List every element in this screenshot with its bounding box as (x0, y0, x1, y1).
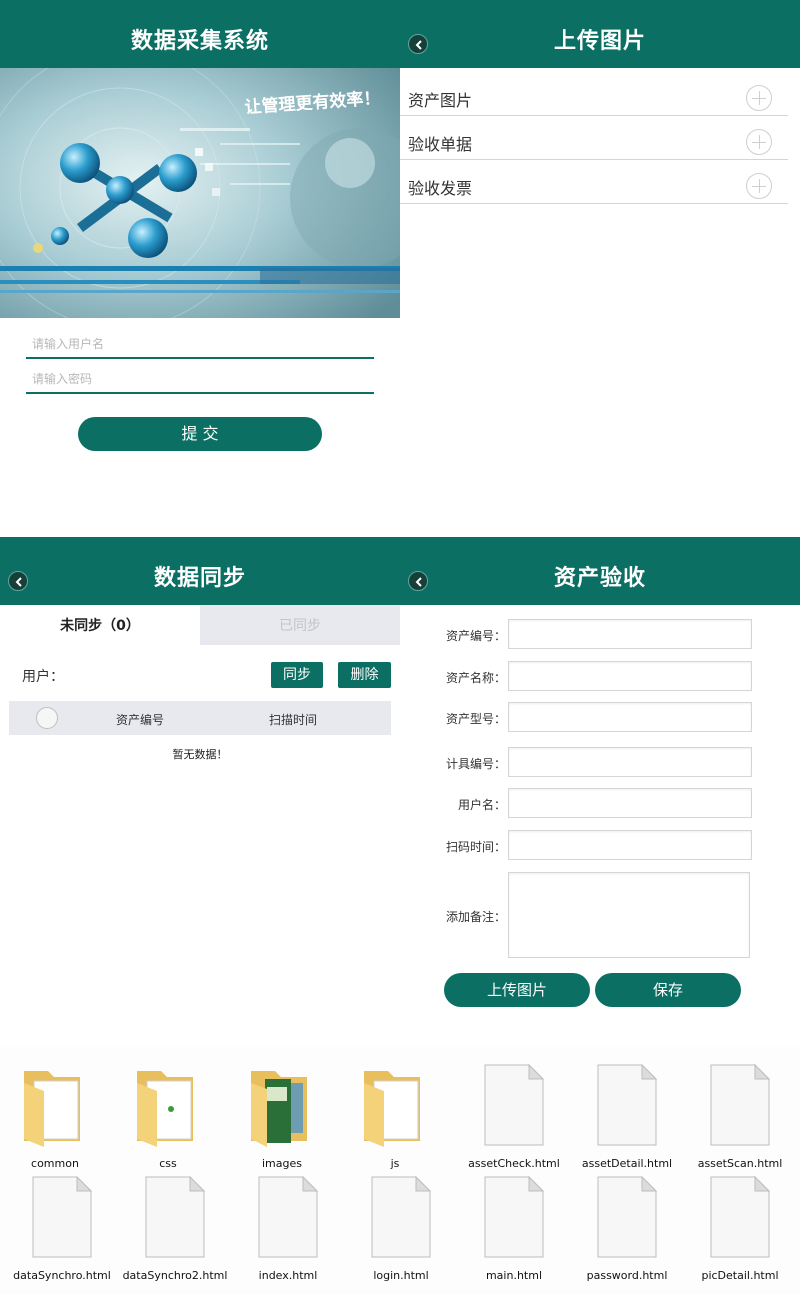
login-header: 数据采集系统 (0, 0, 400, 68)
empty-state-text: 暂无数据！ (172, 748, 228, 761)
field-label-asset-number: 资产编号： (445, 629, 506, 643)
delete-button[interactable]: 删除 (338, 662, 391, 688)
username-field[interactable] (26, 331, 374, 359)
sync-title: 数据同步 (153, 566, 246, 591)
html-file-icon (258, 1175, 319, 1258)
html-file-icon (32, 1175, 93, 1258)
table-header: 资产编号 扫描时间 (9, 701, 391, 735)
asset-name-input[interactable] (508, 661, 752, 691)
add-icon[interactable] (746, 129, 772, 155)
select-all-checkbox[interactable] (36, 707, 58, 729)
upload-photo-button[interactable]: 上传图片 (444, 973, 590, 1007)
upload-header: 上传图片 (400, 0, 800, 68)
acceptance-header: 资产验收 (400, 537, 800, 605)
file-item-assetcheck[interactable]: assetCheck.html (459, 1053, 569, 1170)
username-input[interactable] (508, 788, 752, 818)
field-label-scan-time: 扫码时间： (445, 840, 506, 854)
upload-screen: 上传图片 资产图片 验收单据 验收发票 (400, 0, 800, 536)
folder-icon (364, 1071, 420, 1147)
acceptance-screen: 资产验收 资产编号： 资产名称： 资产型号： 计具编号： 用户名： 扫码时间： … (400, 537, 800, 1047)
folder-item-common[interactable]: common (0, 1053, 110, 1170)
file-item-datasynchro[interactable]: dataSynchro.html (7, 1165, 117, 1282)
add-icon[interactable] (746, 173, 772, 199)
folder-icon (24, 1071, 80, 1147)
file-item-login[interactable]: login.html (346, 1165, 456, 1282)
image-folder-icon (251, 1071, 307, 1147)
folder-icon (137, 1071, 193, 1147)
field-label-remark: 添加备注： (445, 910, 506, 924)
file-item-picdetail[interactable]: picDetail.html (685, 1165, 795, 1282)
upload-row-asset-photo[interactable]: 资产图片 (400, 72, 788, 116)
file-name: password.html (586, 1269, 668, 1282)
html-file-icon (371, 1175, 432, 1258)
html-file-icon (597, 1063, 658, 1146)
hero-banner-image: 让管理更有效率！ (0, 47, 400, 329)
meter-number-input[interactable] (508, 747, 752, 777)
remark-textarea[interactable] (508, 872, 750, 958)
file-name: main.html (485, 1269, 543, 1282)
hero-banner: 让管理更有效率！ (0, 47, 400, 329)
folder-item-js[interactable]: js (340, 1053, 450, 1170)
acceptance-title: 资产验收 (553, 566, 646, 591)
sync-button[interactable]: 同步 (271, 662, 323, 688)
upload-title: 上传图片 (553, 29, 646, 54)
asset-number-input[interactable] (508, 619, 752, 649)
login-screen: 数据采集系统 让管理更有效率！ 请输入用户名 提 交 (0, 0, 400, 536)
field-label-meter-number: 计具编号： (445, 757, 506, 771)
scan-time-input[interactable] (508, 830, 752, 860)
save-button[interactable]: 保存 (595, 973, 741, 1007)
password-input[interactable] (26, 366, 374, 392)
tab-unsynced[interactable]: 未同步（0） (0, 605, 200, 645)
username-input[interactable] (26, 331, 374, 357)
user-label: 用户： (22, 669, 64, 685)
field-label-username: 用户名： (457, 798, 506, 812)
field-label-asset-model: 资产型号： (445, 712, 506, 726)
html-file-icon (484, 1175, 545, 1258)
field-label-asset-name: 资产名称： (445, 671, 506, 685)
upload-row-label: 验收发票 (408, 179, 473, 198)
upload-row-acceptance-doc[interactable]: 验收单据 (400, 116, 788, 160)
folder-item-css[interactable]: css (113, 1053, 223, 1170)
upload-row-invoice[interactable]: 验收发票 (400, 160, 788, 204)
login-title: 数据采集系统 (130, 29, 269, 54)
file-item-assetscan[interactable]: assetScan.html (685, 1053, 795, 1170)
file-item-password[interactable]: password.html (572, 1165, 682, 1282)
file-name: dataSynchro2.html (122, 1269, 228, 1282)
file-name: login.html (373, 1269, 429, 1282)
column-header-asset-number: 资产编号 (116, 713, 165, 727)
html-file-icon (145, 1175, 206, 1258)
file-explorer: common css images js assetCheck.html ass… (0, 1047, 800, 1294)
password-field[interactable] (26, 366, 374, 394)
tab-synced[interactable]: 已同步 (200, 605, 400, 645)
html-file-icon (710, 1063, 771, 1146)
asset-model-input[interactable] (508, 702, 752, 732)
submit-button[interactable]: 提 交 (78, 417, 322, 451)
file-item-main[interactable]: main.html (459, 1165, 569, 1282)
html-file-icon (710, 1175, 771, 1258)
folder-item-images[interactable]: images (227, 1053, 337, 1170)
html-file-icon (597, 1175, 658, 1258)
sync-header: 数据同步 (0, 537, 400, 605)
file-name: index.html (258, 1269, 318, 1282)
sync-screen: 数据同步 未同步（0） 已同步 用户： 同步 删除 资产编号 扫描时间 暂无数据… (0, 537, 400, 1047)
column-header-scan-time: 扫描时间 (269, 713, 318, 727)
html-file-icon (484, 1063, 545, 1146)
file-item-datasynchro2[interactable]: dataSynchro2.html (120, 1165, 230, 1282)
file-name: picDetail.html (701, 1269, 779, 1282)
add-icon[interactable] (746, 85, 772, 111)
file-item-index[interactable]: index.html (233, 1165, 343, 1282)
file-item-assetdetail[interactable]: assetDetail.html (572, 1053, 682, 1170)
file-name: dataSynchro.html (13, 1269, 111, 1282)
